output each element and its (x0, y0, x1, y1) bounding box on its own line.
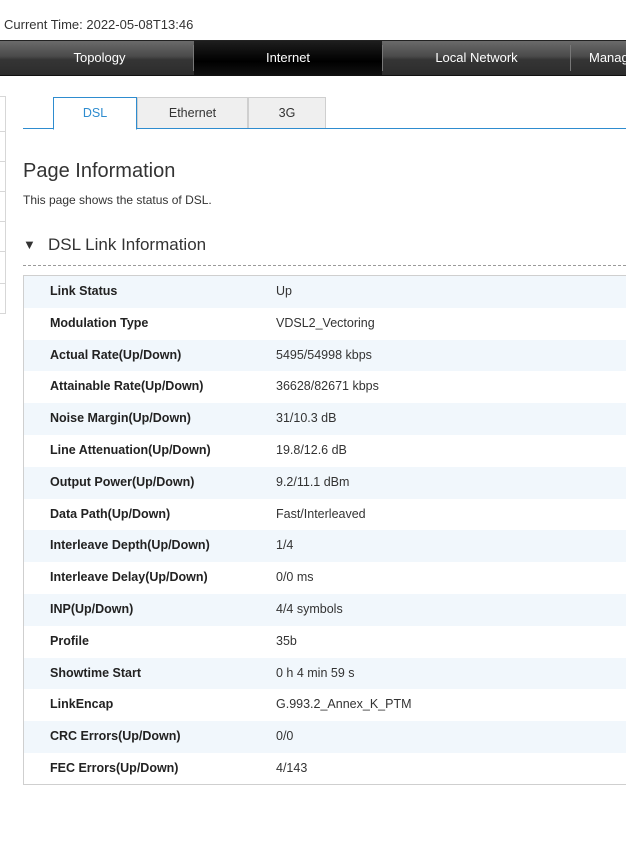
row-value: 0 h 4 min 59 s (276, 665, 355, 680)
row-label: FEC Errors(Up/Down) (50, 761, 179, 775)
dsl-link-section-header[interactable]: ▼ DSL Link Information (23, 234, 626, 266)
row-value: 1/4 (276, 538, 294, 553)
table-row: FEC Errors(Up/Down) 4/143 (24, 753, 626, 785)
table-row: Interleave Depth(Up/Down) 1/4 (24, 530, 626, 563)
row-value: 9.2/11.1 dBm (276, 474, 350, 489)
row-label: Interleave Delay(Up/Down) (50, 570, 208, 585)
nav-item-internet[interactable]: Internet (194, 41, 382, 75)
sidebar-divider (0, 96, 5, 97)
tab-3g[interactable]: 3G (248, 97, 326, 128)
row-label: Link Status (50, 284, 118, 298)
page-title: Page Information (23, 160, 176, 182)
row-label: LinkEncap (50, 697, 114, 712)
row-value: 35b (276, 633, 297, 648)
row-label: Noise Margin(Up/Down) (50, 411, 191, 426)
row-label: Actual Rate(Up/Down) (50, 347, 182, 362)
sidebar-divider (0, 221, 5, 222)
table-row: Noise Margin(Up/Down) 31/10.3 dB (24, 403, 626, 435)
row-value: 19.8/12.6 dB (276, 443, 347, 457)
row-value: 0/0 ms (276, 570, 314, 585)
nav-item-topology[interactable]: Topology (5, 41, 194, 75)
sidebar-divider (0, 283, 5, 284)
row-label: CRC Errors(Up/Down) (50, 729, 181, 744)
row-value: VDSL2_Vectoring (276, 315, 375, 330)
row-label: Modulation Type (50, 315, 149, 330)
sidebar-divider (0, 191, 5, 192)
dsl-info-table: Link Status Up Modulation Type VDSL2_Vector… (23, 275, 626, 785)
sidebar-divider (0, 251, 5, 252)
table-row: Line Attenuation(Up/Down) 19.8/12.6 dB (24, 435, 626, 467)
row-value: Fast/Interleaved (276, 506, 366, 521)
sidebar-divider (0, 313, 5, 314)
sidebar-fragment (0, 96, 6, 314)
row-label: Output Power(Up/Down) (50, 474, 195, 489)
row-label: Attainable Rate(Up/Down) (50, 379, 204, 394)
table-row: Profile 35b (24, 626, 626, 658)
row-value: 4/4 symbols (276, 602, 343, 616)
row-label: Line Attenuation(Up/Down) (50, 443, 211, 457)
table-row: Actual Rate(Up/Down) 5495/54998 kbps (24, 339, 626, 372)
tab-dsl[interactable]: DSL (53, 97, 137, 130)
row-value: Up (276, 284, 292, 298)
row-value: 4/143 (276, 761, 308, 775)
table-row: Link Status Up (24, 276, 626, 308)
row-value: 36628/82671 kbps (276, 379, 379, 394)
sidebar-divider (0, 161, 5, 162)
table-row: Modulation Type VDSL2_Vectoring (24, 308, 626, 340)
table-row: Data Path(Up/Down) Fast/Interleaved (24, 499, 626, 531)
row-value: 31/10.3 dB (276, 411, 337, 426)
section-title: DSL Link Information (48, 235, 207, 254)
table-row: Output Power(Up/Down) 9.2/11.1 dBm (24, 466, 626, 499)
row-value: 5495/54998 kbps (276, 347, 372, 362)
row-label: INP(Up/Down) (50, 602, 134, 616)
table-row: Interleave Delay(Up/Down) 0/0 ms (24, 562, 626, 594)
tab-ethernet[interactable]: Ethernet (137, 97, 248, 128)
table-row: CRC Errors(Up/Down) 0/0 (24, 721, 626, 753)
nav-item-management[interactable]: Manag (571, 41, 626, 75)
table-row: LinkEncap G.993.2_Annex_K_PTM (24, 689, 626, 721)
row-value: G.993.2_Annex_K_PTM (276, 697, 412, 712)
row-label: Showtime Start (50, 665, 141, 680)
row-label: Data Path(Up/Down) (50, 506, 171, 521)
row-value: 0/0 (276, 729, 294, 744)
sidebar-divider (0, 131, 5, 132)
collapse-triangle-icon[interactable]: ▼ (23, 237, 36, 252)
row-label: Interleave Depth(Up/Down) (50, 538, 210, 553)
table-row: Attainable Rate(Up/Down) 36628/82671 kbps (24, 371, 626, 403)
current-time: Current Time: 2022-05-08T13:46 (4, 17, 194, 32)
table-row: INP(Up/Down) 4/4 symbols (24, 594, 626, 626)
main-nav: Topology Internet Local Network Manag (0, 40, 626, 76)
table-row: Showtime Start 0 h 4 min 59 s (24, 657, 626, 690)
nav-item-local-network[interactable]: Local Network (383, 41, 570, 75)
page-description: This page shows the status of DSL. (23, 193, 212, 207)
row-label: Profile (50, 633, 89, 648)
